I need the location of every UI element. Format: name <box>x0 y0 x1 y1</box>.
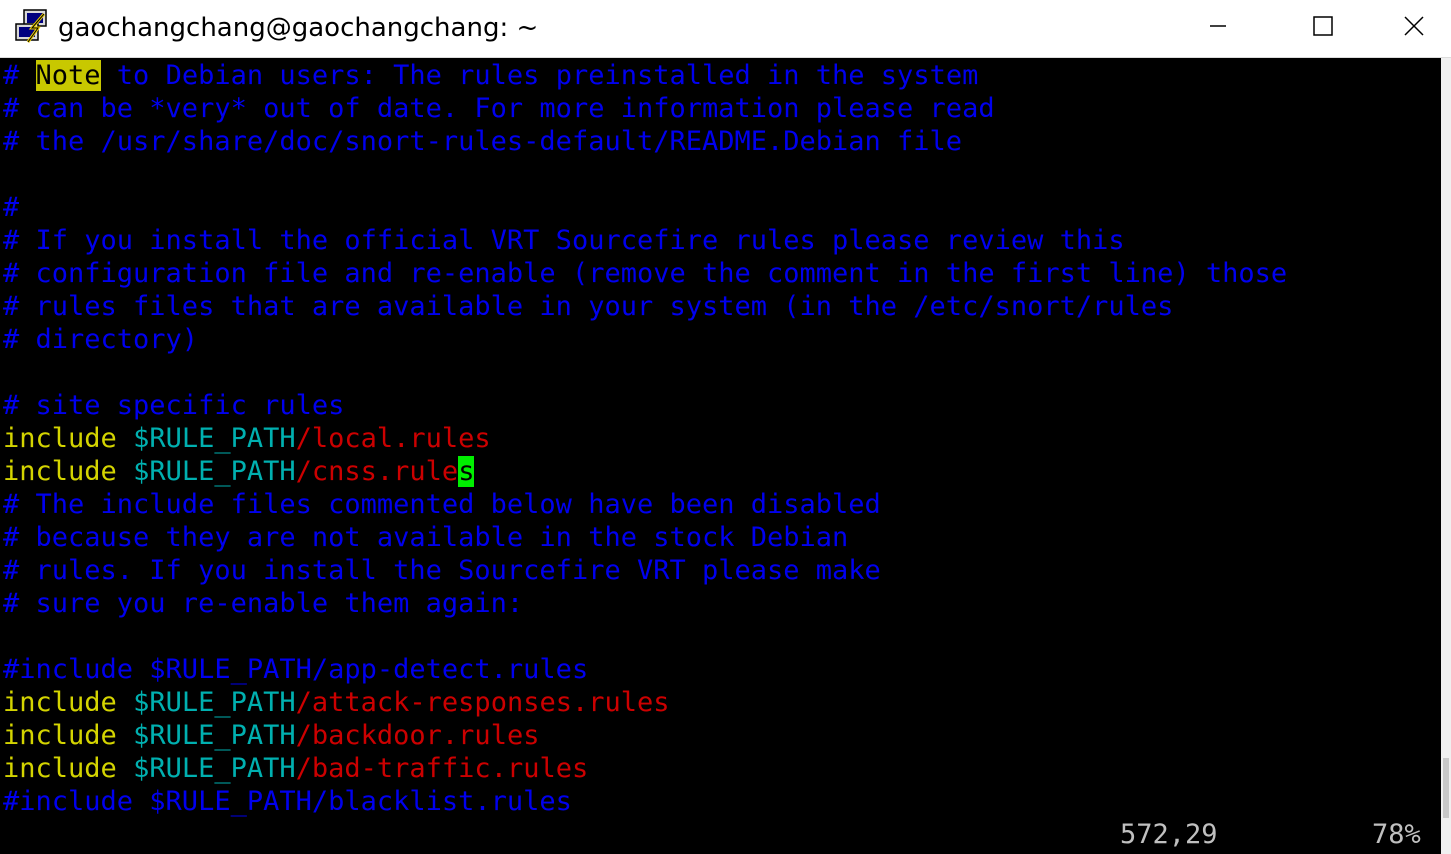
window-title: gaochangchang@gaochangchang: ~ <box>58 13 539 43</box>
minimize-button[interactable] <box>1166 0 1270 57</box>
editor-line: # directory) <box>3 323 198 356</box>
editor-line: include $RULE_PATH/local.rules <box>3 422 491 455</box>
vim-editor-area[interactable]: # Note to Debian users: The rules preins… <box>0 58 1441 854</box>
include-keyword: include <box>3 753 117 784</box>
editor-line: # can be *very* out of date. For more in… <box>3 92 995 125</box>
comment-text: # because they are not available in the … <box>3 522 849 553</box>
comment-text: #include $RULE_PATH/blacklist.rules <box>3 786 572 817</box>
editor-line: # If you install the official VRT Source… <box>3 224 1125 257</box>
scrollbar-thumb[interactable] <box>1443 758 1449 818</box>
editor-line: include $RULE_PATH/cnss.rules <box>3 455 475 488</box>
editor-line: # rules. If you install the Sourcefire V… <box>3 554 881 587</box>
putty-terminal-icon[interactable] <box>14 8 52 46</box>
editor-line: include $RULE_PATH/attack-responses.rule… <box>3 686 670 719</box>
editor-line: # rules files that are available in your… <box>3 290 1173 323</box>
rule-path-variable: $RULE_PATH <box>133 456 296 487</box>
comment-text: # The include files commented below have… <box>3 489 881 520</box>
rule-path-variable: $RULE_PATH <box>133 753 296 784</box>
rule-path-variable: $RULE_PATH <box>133 720 296 751</box>
editor-line: # because they are not available in the … <box>3 521 848 554</box>
include-keyword: include <box>3 423 117 454</box>
editor-line: # site specific rules <box>3 389 344 422</box>
include-keyword: include <box>3 687 117 718</box>
maximize-icon <box>1312 15 1334 42</box>
rule-file-path: /cnss.rule <box>295 456 459 487</box>
editor-line: # <box>3 191 19 224</box>
editor-line: # configuration file and re-enable (remo… <box>3 257 1287 290</box>
search-match: Note <box>35 60 101 91</box>
editor-line: # the /usr/share/doc/snort-rules-default… <box>3 125 962 158</box>
text-cursor: s <box>458 456 475 487</box>
editor-line: #include $RULE_PATH/app-detect.rules <box>3 653 588 686</box>
rule-file-path: /backdoor.rules <box>295 720 540 751</box>
comment-hash: # <box>3 60 36 91</box>
include-keyword: include <box>3 456 117 487</box>
editor-line: # The include files commented below have… <box>3 488 881 521</box>
comment-text: #include $RULE_PATH/app-detect.rules <box>3 654 589 685</box>
minimize-icon <box>1208 16 1228 41</box>
close-icon <box>1403 15 1425 42</box>
include-keyword: include <box>3 720 117 751</box>
editor-line: # Note to Debian users: The rules preins… <box>3 59 978 92</box>
comment-text: # configuration file and re-enable (remo… <box>3 258 1288 289</box>
comment-text: # can be *very* out of date. For more in… <box>3 93 995 124</box>
rule-file-path: /bad-traffic.rules <box>295 753 589 784</box>
comment-text: # site specific rules <box>3 390 345 421</box>
comment-text: # the /usr/share/doc/snort-rules-default… <box>3 126 963 157</box>
rule-file-path: /local.rules <box>295 423 491 454</box>
rule-file-path: /attack-responses.rules <box>295 687 670 718</box>
rule-path-variable: $RULE_PATH <box>133 687 296 718</box>
terminal-window: gaochangchang@gaochangchang: ~ # Note to… <box>0 0 1451 854</box>
vertical-scrollbar[interactable] <box>1441 58 1451 854</box>
comment-text: to Debian users: The rules preinstalled … <box>100 60 979 91</box>
close-button[interactable] <box>1376 0 1451 57</box>
comment-text: # sure you re-enable them again: <box>3 588 524 619</box>
title-bar[interactable]: gaochangchang@gaochangchang: ~ <box>0 0 1451 58</box>
rule-path-variable: $RULE_PATH <box>133 423 296 454</box>
editor-line: include $RULE_PATH/backdoor.rules <box>3 719 539 752</box>
comment-text: # If you install the official VRT Source… <box>3 225 1125 256</box>
editor-line: include $RULE_PATH/bad-traffic.rules <box>3 752 588 785</box>
editor-line: # sure you re-enable them again: <box>3 587 523 620</box>
editor-line: #include $RULE_PATH/blacklist.rules <box>3 785 572 818</box>
comment-text: # <box>3 192 20 223</box>
scroll-percent: 78% <box>1372 819 1421 850</box>
comment-text: # directory) <box>3 324 199 355</box>
cursor-position: 572,29 <box>1120 819 1218 850</box>
comment-text: # rules. If you install the Sourcefire V… <box>3 555 881 586</box>
comment-text: # rules files that are available in your… <box>3 291 1174 322</box>
maximize-button[interactable] <box>1271 0 1375 57</box>
